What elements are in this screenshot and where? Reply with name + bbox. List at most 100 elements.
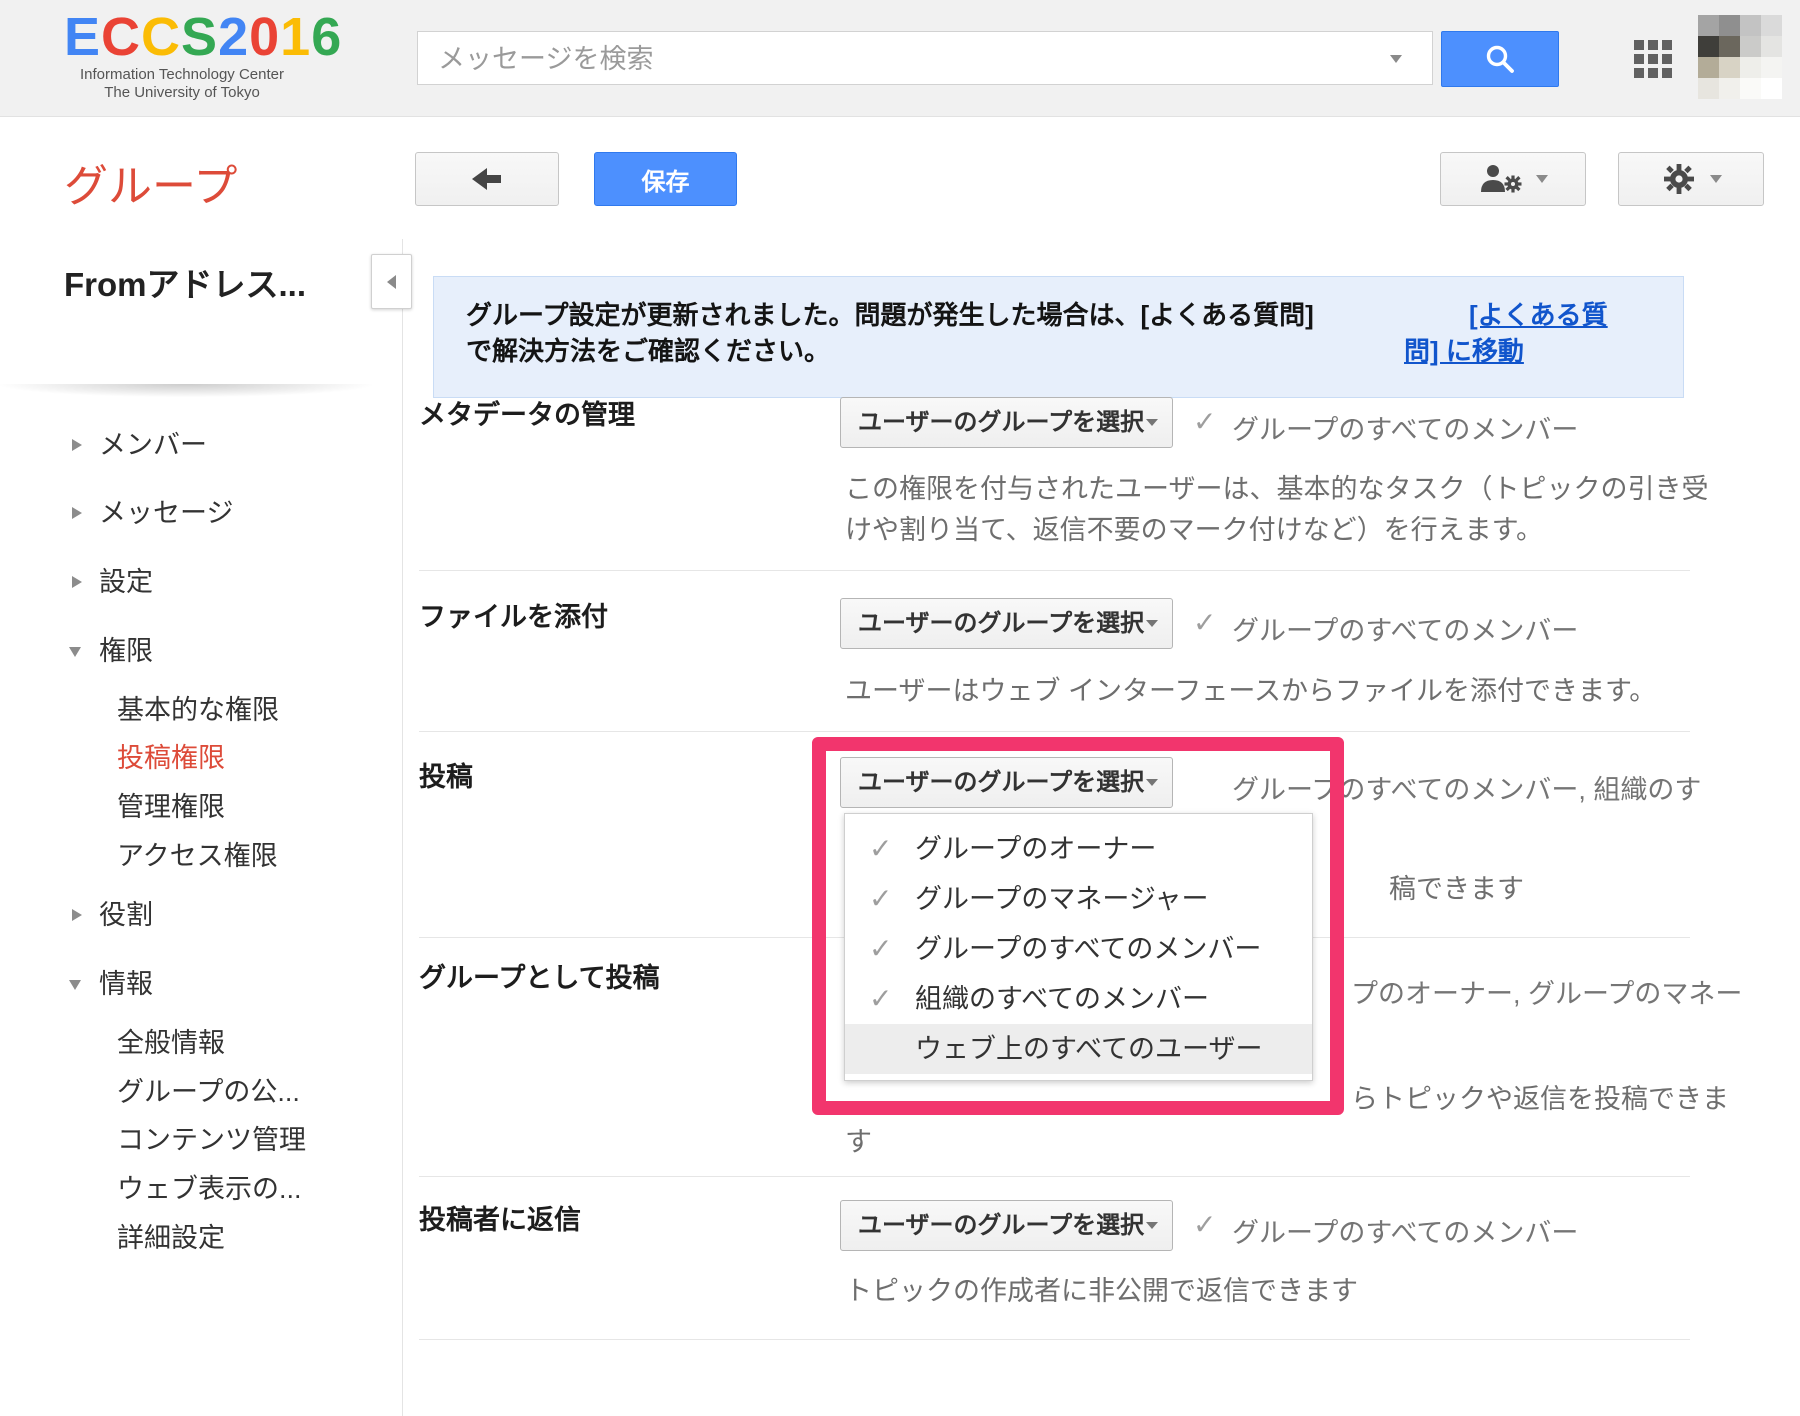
eccs-logo: ECCS2016 Information Technology Center T… xyxy=(64,8,300,102)
logo-letter: 0 xyxy=(249,7,280,67)
sidebar-item-label: 詳細設定 xyxy=(117,1223,225,1253)
search-box xyxy=(417,31,1433,85)
post-as-group-description-fragment2: す xyxy=(845,1120,872,1159)
menu-item-label: グループのすべてのメンバー xyxy=(915,924,1261,974)
menu-item-label: グループのオーナー xyxy=(915,824,1156,874)
sidebar-item-basic-permissions[interactable]: 基本的な権限 xyxy=(117,692,279,728)
check-icon: ✓ xyxy=(869,874,892,924)
banner-text-line1: グループ設定が更新されました。問題が発生した場合は、[よくある質問] xyxy=(466,295,1314,332)
avatar[interactable] xyxy=(1698,15,1782,99)
sidebar-item-label: 設定 xyxy=(99,567,153,597)
sidebar-collapse-button[interactable] xyxy=(371,254,412,309)
banner-text-line2: で解決方法をご確認ください。 xyxy=(466,331,830,368)
logo-letter: S xyxy=(181,7,218,67)
sidebar-item-label: 権限 xyxy=(99,636,153,666)
group-name-heading: Fromアドレス... xyxy=(64,258,306,306)
logo-letter: 1 xyxy=(280,7,311,67)
chevron-down-icon xyxy=(1146,620,1158,627)
reply-to-author-description: トピックの作成者に非公開で返信できます xyxy=(845,1269,1358,1308)
sidebar-item-advanced-settings[interactable]: 詳細設定 xyxy=(117,1220,225,1256)
apps-grid-icon[interactable] xyxy=(1634,40,1672,78)
logo-letter: 6 xyxy=(311,7,342,67)
sidebar-item-general-information[interactable]: 全般情報 xyxy=(117,1025,225,1061)
sidebar-item-permissions[interactable]: 権限 xyxy=(99,633,153,669)
attach-files-selected-value: グループのすべてのメンバー xyxy=(1232,609,1578,648)
menu-item-all-organization-members[interactable]: ✓ 組織のすべてのメンバー xyxy=(845,974,1312,1024)
settings-menu-button[interactable] xyxy=(1618,152,1764,206)
sidebar-item-posting-permissions[interactable]: 投稿権限 xyxy=(117,740,225,776)
post-as-group-description-fragment: らトピックや返信を投稿できま xyxy=(1351,1077,1729,1116)
dropdown-label: ユーザーのグループを選択 xyxy=(858,599,1144,648)
save-button[interactable]: 保存 xyxy=(594,152,737,206)
menu-item-all-group-members[interactable]: ✓ グループのすべてのメンバー xyxy=(845,924,1312,974)
search-button[interactable] xyxy=(1441,31,1559,87)
sidebar-item-group-visibility[interactable]: グループの公... xyxy=(117,1074,300,1110)
check-icon: ✓ xyxy=(869,924,892,974)
check-icon: ✓ xyxy=(1193,606,1216,639)
sidebar-item-roles[interactable]: 役割 xyxy=(99,897,153,933)
sidebar-item-members[interactable]: メンバー xyxy=(99,427,207,463)
menu-item-group-owners[interactable]: ✓ グループのオーナー xyxy=(845,824,1312,874)
faq-link-line2[interactable]: 問] に移動 xyxy=(1404,331,1524,368)
chevron-right-icon xyxy=(72,909,82,921)
check-icon: ✓ xyxy=(869,974,892,1024)
reply-to-author-group-select-dropdown[interactable]: ユーザーのグループを選択 xyxy=(840,1200,1173,1251)
row-label-attach-files: ファイルを添付 xyxy=(419,595,608,634)
faq-link-line1[interactable]: [よくある質 xyxy=(1469,295,1608,332)
search-options-caret-icon[interactable] xyxy=(1390,55,1402,63)
page-title: グループ xyxy=(64,150,237,214)
sidebar-item-access-permissions[interactable]: アクセス権限 xyxy=(117,838,278,874)
menu-item-label: 組織のすべてのメンバー xyxy=(915,974,1209,1024)
logo-subtitle-line1: Information Technology Center xyxy=(64,66,300,84)
logo-letter: C xyxy=(141,7,181,67)
post-group-select-dropdown[interactable]: ユーザーのグループを選択 xyxy=(840,757,1173,808)
attach-files-group-select-dropdown[interactable]: ユーザーのグループを選択 xyxy=(840,598,1173,649)
sidebar-item-web-view[interactable]: ウェブ表示の... xyxy=(117,1171,302,1207)
sidebar-item-messages[interactable]: メッセージ xyxy=(99,495,233,531)
metadata-description-line2: けや割り当て、返信不要のマーク付けなど）を行えます。 xyxy=(845,508,1543,547)
logo-letter: C xyxy=(101,7,141,67)
chevron-down-icon xyxy=(1146,1222,1158,1229)
search-icon xyxy=(1481,40,1519,78)
row-label-post: 投稿 xyxy=(419,755,473,794)
reply-to-author-selected-value: グループのすべてのメンバー xyxy=(1232,1211,1578,1250)
row-divider xyxy=(419,1339,1690,1340)
sidebar-item-label: 管理権限 xyxy=(117,792,225,822)
row-label-metadata: メタデータの管理 xyxy=(419,393,635,432)
check-icon: ✓ xyxy=(1193,405,1216,438)
sidebar-item-content-control[interactable]: コンテンツ管理 xyxy=(117,1122,306,1158)
metadata-group-select-dropdown[interactable]: ユーザーのグループを選択 xyxy=(840,397,1173,448)
groups-admin-page: ECCS2016 Information Technology Center T… xyxy=(0,0,1800,1416)
chevron-down-icon xyxy=(1146,419,1158,426)
sidebar-item-label: アクセス権限 xyxy=(117,841,278,871)
logo-subtitle-line2: The University of Tokyo xyxy=(64,84,300,102)
post-permission-dropdown-menu: ✓ グループのオーナー ✓ グループのマネージャー ✓ グループのすべてのメンバ… xyxy=(844,813,1313,1081)
logo-letter: 2 xyxy=(218,7,249,67)
sidebar-item-moderation-permissions[interactable]: 管理権限 xyxy=(117,789,225,825)
sidebar-item-settings[interactable]: 設定 xyxy=(99,564,153,600)
sidebar-item-label: 投稿権限 xyxy=(117,743,225,773)
notification-banner: グループ設定が更新されました。問題が発生した場合は、[よくある質問] で解決方法… xyxy=(433,276,1684,398)
metadata-selected-value: グループのすべてのメンバー xyxy=(1232,408,1578,447)
sidebar-item-label: 基本的な権限 xyxy=(117,695,279,725)
chevron-down-icon xyxy=(69,647,81,657)
sidebar-item-label: メンバー xyxy=(99,430,207,460)
row-label-post-as-group: グループとして投稿 xyxy=(419,956,660,995)
dropdown-label: ユーザーのグループを選択 xyxy=(858,1201,1144,1250)
post-as-group-value-fragment: プのオーナー, グループのマネー xyxy=(1351,972,1742,1011)
menu-item-all-web-users[interactable]: ウェブ上のすべてのユーザー xyxy=(845,1024,1312,1074)
sidebar-item-information[interactable]: 情報 xyxy=(99,966,153,1002)
dropdown-label: ユーザーのグループを選択 xyxy=(858,758,1144,807)
back-button[interactable] xyxy=(415,152,559,206)
members-menu-button[interactable] xyxy=(1440,152,1586,206)
gear-icon xyxy=(1660,160,1698,198)
logo-letter: E xyxy=(64,7,101,67)
menu-item-group-managers[interactable]: ✓ グループのマネージャー xyxy=(845,874,1312,924)
attach-files-description: ユーザーはウェブ インターフェースからファイルを添付できます。 xyxy=(845,669,1656,708)
members-menu-caret-icon xyxy=(1536,175,1548,183)
sidebar-item-label: 情報 xyxy=(99,969,153,999)
sidebar-border xyxy=(402,239,403,1416)
search-input[interactable] xyxy=(418,32,1400,86)
back-arrow-icon xyxy=(467,160,507,198)
metadata-description-line1: この権限を付与されたユーザーは、基本的なタスク（トピックの引き受 xyxy=(845,467,1708,506)
